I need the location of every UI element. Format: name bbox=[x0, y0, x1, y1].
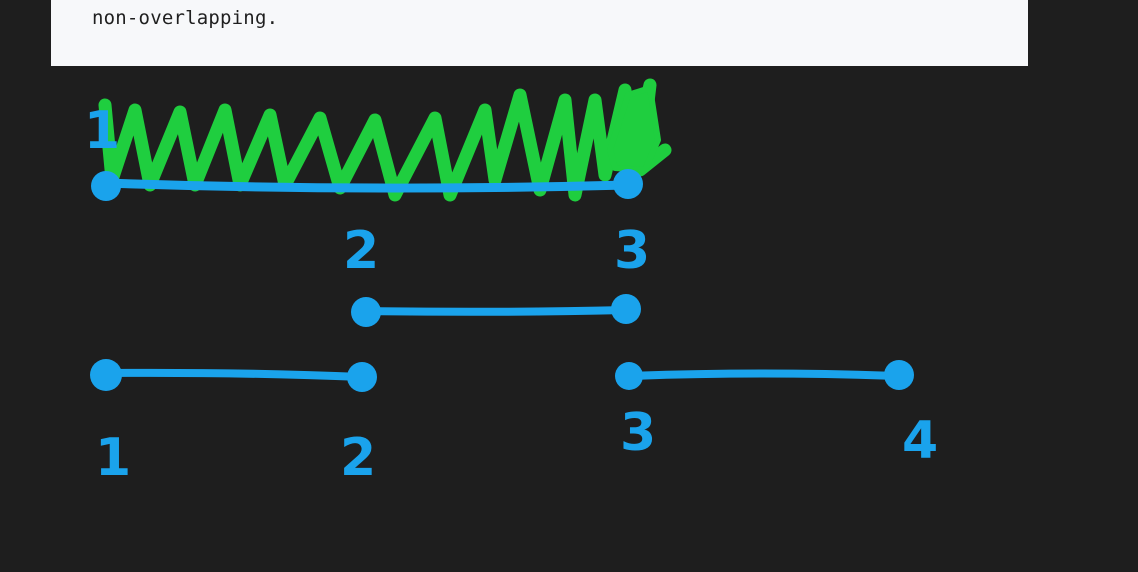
merged-interval-end-dot bbox=[613, 169, 643, 199]
bottom-right-interval-end-dot bbox=[884, 360, 914, 390]
bottom-left-interval-line bbox=[102, 368, 366, 381]
bottom-left-interval-start-dot bbox=[90, 359, 122, 391]
merged-interval-start-dot bbox=[91, 171, 121, 201]
middle-interval-label-3: 3 bbox=[614, 221, 650, 281]
bottom-left-interval-end-dot bbox=[347, 362, 377, 392]
green-scribble bbox=[98, 78, 672, 202]
merged-interval-line bbox=[100, 178, 633, 193]
middle-interval-start-dot bbox=[351, 297, 381, 327]
bottom-right-interval-line bbox=[626, 369, 902, 380]
drawing-canvas: 1 2 3 1 2 3 4 bbox=[84, 78, 938, 488]
middle-interval-line bbox=[361, 306, 630, 316]
middle-interval-end-dot bbox=[611, 294, 641, 324]
bottom-right-interval-end-label: 4 bbox=[902, 411, 938, 471]
merged-interval-start-label: 1 bbox=[84, 101, 120, 161]
bottom-right-interval-start-label: 3 bbox=[620, 403, 656, 463]
bottom-left-interval-end-label: 2 bbox=[340, 428, 376, 488]
bottom-left-interval-start-label: 1 bbox=[95, 428, 131, 488]
bottom-right-interval-start-dot bbox=[615, 362, 643, 390]
whiteboard-page: non-overlapping. 1 2 3 1 2 3 4 bbox=[0, 0, 1138, 572]
middle-interval-label-2: 2 bbox=[343, 221, 379, 281]
